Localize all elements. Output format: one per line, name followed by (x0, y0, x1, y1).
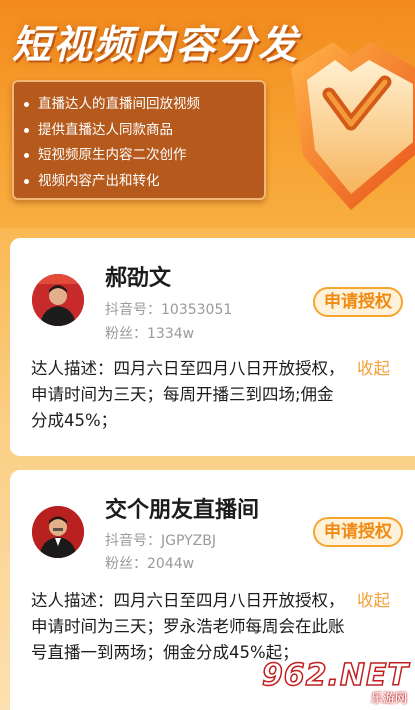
fans-count: 粉丝：1334w (105, 326, 195, 342)
site-watermark: 962.NET 乐游网 (261, 657, 411, 706)
creator-name: 郝劭文 (105, 266, 172, 291)
watermark-text: 乐游网 (370, 691, 407, 705)
feature-item: 提供直播达人同款商品 (24, 118, 264, 144)
douyin-id: 抖音号：10353051 (105, 302, 233, 318)
promo-banner: 短视频内容分发 直播达人的直播间回放视频 提供直播达人同款商品 短视频原生内容二… (0, 0, 415, 228)
collapse-button[interactable]: 收起 (357, 588, 390, 614)
banner-title: 短视频内容分发 (12, 23, 300, 68)
douyin-id: 抖音号：JGPYZBJ (105, 533, 216, 549)
avatar (32, 274, 84, 326)
apply-auth-button[interactable]: 申请授权 (313, 517, 403, 547)
creator-description: 达人描述：四月六日至四月八日开放授权，申请时间为三天；罗永浩老师每周会在此账号直… (31, 591, 345, 662)
feature-item: 视频内容产出和转化 (24, 169, 264, 195)
avatar (32, 506, 84, 558)
shield-check-icon (291, 42, 415, 210)
feature-item: 短视频原生内容二次创作 (24, 143, 264, 169)
creator-description: 达人描述：四月六日至四月八日开放授权，申请时间为三天；每周开播三到四场;佣金分成… (31, 359, 345, 430)
creator-card: 郝劭文 抖音号：10353051 粉丝：1334w 申请授权 达人描述：四月六日… (10, 238, 415, 456)
feature-list: 直播达人的直播间回放视频 提供直播达人同款商品 短视频原生内容二次创作 视频内容… (12, 80, 266, 200)
creator-name: 交个朋友直播间 (105, 498, 260, 523)
watermark-logo: 962.NET (261, 657, 409, 694)
fans-count: 粉丝：2044w (105, 556, 195, 572)
feature-item: 直播达人的直播间回放视频 (24, 92, 264, 118)
collapse-button[interactable]: 收起 (357, 356, 390, 382)
apply-auth-button[interactable]: 申请授权 (313, 287, 403, 317)
